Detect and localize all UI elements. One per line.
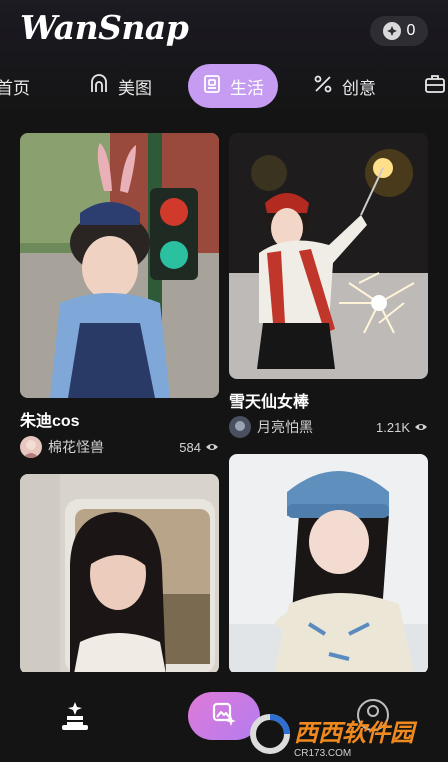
tab-home[interactable]: 首页 — [0, 64, 30, 108]
watermark-url: CR173.COM — [294, 748, 352, 759]
life-icon — [202, 74, 222, 99]
watermark-logo-icon — [250, 713, 290, 759]
view-count: 584 — [179, 440, 219, 455]
card-photo[interactable] — [229, 454, 428, 674]
feed-card[interactable]: 雪天仙女棒 月亮怕黑 1.21K — [229, 133, 428, 443]
card-photo[interactable] — [229, 133, 428, 379]
watermark-text: 西西软件园 CR173.COM — [294, 713, 414, 759]
feed-card[interactable] — [229, 454, 428, 674]
tab-life[interactable]: 生活 — [188, 64, 278, 108]
watermark-brand: 西西软件园 — [294, 720, 414, 747]
card-meta: 月亮怕黑 1.21K — [229, 415, 428, 439]
creative-icon — [312, 73, 334, 100]
card-photo[interactable] — [20, 474, 219, 674]
view-count-value: 1.21K — [376, 419, 410, 435]
avatar[interactable] — [229, 416, 251, 438]
magic-hat-icon[interactable] — [60, 702, 90, 739]
coin-icon — [382, 22, 401, 40]
tab-more[interactable] — [424, 64, 446, 108]
tab-creative[interactable]: 创意 — [312, 64, 376, 108]
feed-card[interactable]: 朱迪cos 棉花怪兽 584 — [20, 133, 219, 463]
avatar[interactable] — [20, 436, 42, 458]
tab-label: 首页 — [0, 78, 30, 98]
card-photo[interactable] — [20, 133, 219, 398]
card-meta: 棉花怪兽 584 — [20, 435, 219, 459]
watermark: 西西软件园 CR173.COM — [250, 712, 446, 760]
header: WanSnap 0 — [0, 0, 448, 62]
card-title: 雪天仙女棒 — [229, 394, 310, 411]
category-tabs: 首页 美图 生活 创意 — [0, 64, 448, 108]
feed-card[interactable] — [20, 474, 219, 674]
author-name[interactable]: 月亮怕黑 — [257, 417, 376, 437]
card-title: 朱迪cos — [20, 413, 80, 430]
beauty-icon — [88, 73, 110, 100]
tab-label: 创意 — [342, 78, 376, 98]
create-image-icon — [211, 701, 237, 732]
app-screen: WanSnap 0 首页 美图 生活 创意 朱迪cos 棉花怪兽 584 雪天仙… — [0, 0, 448, 762]
coin-count: 0 — [406, 22, 416, 39]
tab-label: 生活 — [230, 78, 264, 98]
author-name[interactable]: 棉花怪兽 — [48, 437, 179, 457]
eye-icon — [206, 444, 218, 450]
eye-icon — [415, 424, 427, 430]
app-title: WanSnap — [20, 8, 189, 47]
tab-beauty[interactable]: 美图 — [88, 64, 152, 108]
tab-label: 美图 — [118, 78, 152, 98]
view-count: 1.21K — [376, 420, 428, 435]
view-count-value: 584 — [179, 439, 201, 455]
briefcase-icon — [424, 73, 446, 100]
coin-balance-button[interactable]: 0 — [370, 16, 428, 46]
